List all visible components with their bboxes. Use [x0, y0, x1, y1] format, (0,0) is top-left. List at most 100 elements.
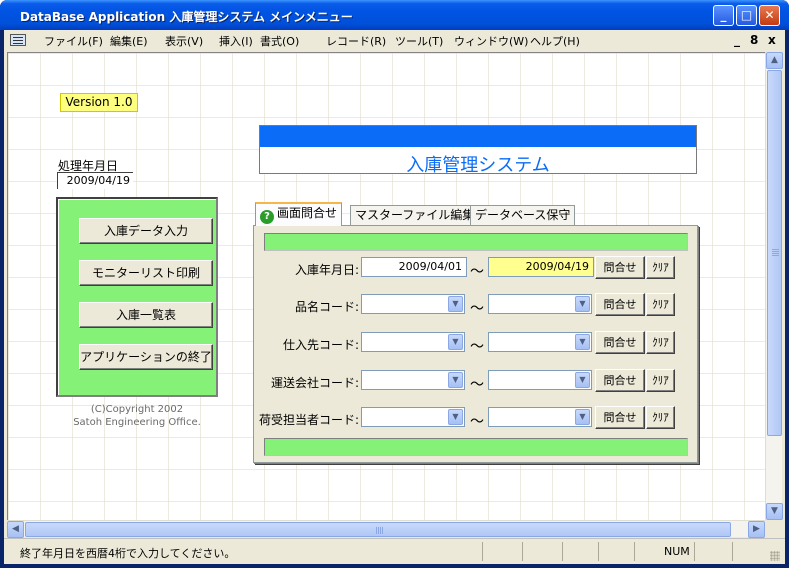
status-panel-divider [482, 542, 483, 561]
menu-view[interactable]: 表示(V) [165, 33, 203, 49]
title-banner: 入庫管理システム [259, 125, 697, 176]
grip-icon [376, 527, 377, 534]
data-entry-button[interactable]: 入庫データ入力 [79, 218, 213, 244]
menu-insert[interactable]: 挿入(I) [219, 33, 253, 49]
chevron-down-icon[interactable]: ▼ [448, 372, 463, 388]
carrier-code-to-combo[interactable]: ▼ [488, 370, 592, 390]
num-lock-indicator: NUM [664, 545, 690, 558]
clear-button-supplier[interactable]: ｸﾘｱ [646, 331, 675, 354]
chevron-right-icon: ▶ [753, 524, 760, 534]
chevron-left-icon: ◀ [12, 524, 19, 534]
header-bar [264, 233, 688, 251]
tab-master-edit[interactable]: マスターファイル編集 [350, 205, 480, 225]
query-button-item[interactable]: 問合せ [595, 293, 645, 316]
scroll-left-button[interactable]: ◀ [7, 521, 24, 538]
clear-button-carrier[interactable]: ｸﾘｱ [646, 369, 675, 392]
receipt-date-from-field[interactable]: 2009/04/01 [361, 257, 467, 277]
range-separator: 〜 [470, 264, 484, 280]
status-panel-divider [522, 542, 523, 561]
scroll-up-button[interactable]: ▲ [766, 52, 783, 69]
title-bar[interactable]: DataBase Application 入庫管理システム メインメニュー _ … [0, 0, 789, 30]
receipt-date-to-field[interactable]: 2009/04/19 [488, 257, 594, 277]
vertical-scrollbar[interactable]: ▲ ▼ [765, 52, 783, 520]
query-button-carrier[interactable]: 問合せ [595, 369, 645, 392]
supplier-code-to-combo[interactable]: ▼ [488, 332, 592, 352]
chevron-down-icon[interactable]: ▼ [448, 409, 463, 425]
banner-title: 入庫管理システム [406, 155, 550, 176]
item-code-from-combo[interactable]: ▼ [361, 294, 465, 314]
supplier-code-label: 仕入先コード: [282, 338, 359, 352]
copyright-line1: (C)Copyright 2002 [90, 404, 184, 415]
chevron-down-icon: ▼ [771, 506, 778, 516]
resize-grip-icon[interactable] [770, 551, 780, 561]
menu-bar: ファイル(F) 編集(E) 表示(V) 挿入(I) 書式(O) レコード(R) … [4, 30, 785, 50]
menu-tools[interactable]: ツール(T) [395, 33, 443, 49]
receiver-code-from-combo[interactable]: ▼ [361, 407, 465, 427]
grip-icon [772, 249, 779, 250]
mdi-close-button[interactable]: x [768, 33, 776, 47]
mdi-minimize-button[interactable]: _ [734, 33, 740, 47]
clear-button-item[interactable]: ｸﾘｱ [646, 293, 675, 316]
query-tab-panel: 入庫年月日: 2009/04/01 〜 2009/04/19 問合せ ｸﾘｱ 品… [253, 225, 698, 463]
minimize-button[interactable]: _ [713, 5, 734, 26]
close-button[interactable]: ✕ [759, 5, 780, 26]
clear-button-date[interactable]: ｸﾘｱ [646, 256, 675, 279]
status-message: 終了年月日を西暦4桁で入力してください。 [20, 547, 236, 560]
menu-format[interactable]: 書式(O) [260, 33, 299, 49]
supplier-code-from-combo[interactable]: ▼ [361, 332, 465, 352]
chevron-down-icon[interactable]: ▼ [575, 372, 590, 388]
mdi-restore-button[interactable]: 8 [750, 33, 758, 47]
menu-help[interactable]: ヘルプ(H) [530, 33, 580, 49]
status-panel-divider [732, 542, 733, 561]
monitor-list-print-button[interactable]: モニターリスト印刷 [79, 260, 213, 286]
main-menu-panel: 入庫データ入力 モニターリスト印刷 入庫一覧表 アプリケーションの終了 [56, 197, 218, 397]
chevron-down-icon[interactable]: ▼ [448, 296, 463, 312]
chevron-down-icon[interactable]: ▼ [448, 334, 463, 350]
scroll-down-button[interactable]: ▼ [766, 503, 783, 520]
status-panel-divider [634, 542, 635, 561]
copyright-text: (C)Copyright 2002 Satoh Engineering Offi… [56, 403, 218, 429]
query-button-date[interactable]: 問合せ [595, 256, 645, 279]
banner-stripe [260, 126, 696, 147]
menu-edit[interactable]: 編集(E) [110, 33, 148, 49]
receiver-code-to-combo[interactable]: ▼ [488, 407, 592, 427]
footer-bar [264, 438, 688, 456]
tab-db-maintenance[interactable]: データベース保守 [470, 205, 576, 225]
carrier-code-from-combo[interactable]: ▼ [361, 370, 465, 390]
version-badge: Version 1.0 [60, 93, 138, 112]
clear-button-receiver[interactable]: ｸﾘｱ [646, 406, 675, 429]
client-area: ファイル(F) 編集(E) 表示(V) 挿入(I) 書式(O) レコード(R) … [4, 30, 785, 564]
range-separator: 〜 [470, 301, 484, 317]
range-separator: 〜 [470, 339, 484, 355]
vertical-scroll-thumb[interactable] [767, 70, 782, 436]
window-title: DataBase Application 入庫管理システム メインメニュー [20, 10, 353, 24]
item-code-to-combo[interactable]: ▼ [488, 294, 592, 314]
processing-date-value: 2009/04/19 [57, 172, 133, 189]
range-separator: 〜 [470, 414, 484, 430]
chevron-up-icon: ▲ [771, 55, 778, 65]
scrollbar-corner [765, 520, 782, 537]
carrier-code-label: 運送会社コード: [270, 376, 359, 390]
chevron-down-icon[interactable]: ▼ [575, 334, 590, 350]
exit-application-button[interactable]: アプリケーションの終了 [79, 344, 213, 370]
form-icon[interactable] [10, 34, 26, 46]
scroll-right-button[interactable]: ▶ [748, 521, 765, 538]
app-window: DataBase Application 入庫管理システム メインメニュー _ … [0, 0, 789, 568]
menu-window[interactable]: ウィンドウ(W) [454, 33, 528, 49]
menu-record[interactable]: レコード(R) [326, 33, 386, 49]
maximize-button[interactable]: □ [736, 5, 757, 26]
horizontal-scrollbar[interactable]: ◀ ▶ [7, 520, 765, 538]
close-icon: ✕ [764, 8, 775, 22]
horizontal-scroll-thumb[interactable] [25, 522, 731, 537]
receiver-code-label: 荷受担当者コード: [258, 413, 359, 427]
status-panel-divider [598, 542, 599, 561]
chevron-down-icon[interactable]: ▼ [575, 409, 590, 425]
tab-query[interactable]: ? 画面問合せ [255, 202, 343, 226]
minimize-icon: _ [720, 8, 727, 22]
receipt-list-button[interactable]: 入庫一覧表 [79, 302, 213, 328]
status-bar: 終了年月日を西暦4桁で入力してください。 NUM [4, 538, 785, 564]
menu-file[interactable]: ファイル(F) [44, 33, 103, 49]
query-button-supplier[interactable]: 問合せ [595, 331, 645, 354]
chevron-down-icon[interactable]: ▼ [575, 296, 590, 312]
query-button-receiver[interactable]: 問合せ [595, 406, 645, 429]
